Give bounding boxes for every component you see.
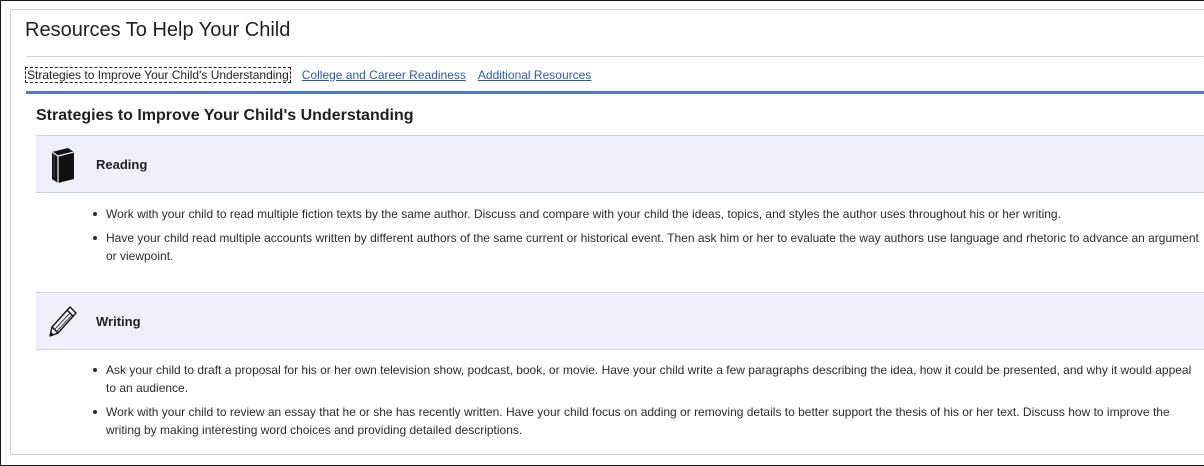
title-divider xyxy=(26,56,1204,57)
tab-college-career[interactable]: College and Career Readiness xyxy=(302,68,466,82)
pencil-icon xyxy=(49,306,77,337)
writing-header: Writing xyxy=(36,292,1204,350)
list-item: Work with your child to review an essay … xyxy=(36,403,1204,439)
book-icon xyxy=(51,148,75,183)
writing-list: Ask your child to draft a proposal for h… xyxy=(36,361,1204,445)
tab-underline-bar xyxy=(26,91,1204,94)
tab-strategies[interactable]: Strategies to Improve Your Child's Under… xyxy=(25,67,291,83)
list-item: Have your child read multiple accounts w… xyxy=(36,229,1204,265)
section-title: Strategies to Improve Your Child's Under… xyxy=(36,107,414,124)
page-title: Resources To Help Your Child xyxy=(25,19,291,41)
tab-additional-resources[interactable]: Additional Resources xyxy=(478,68,591,82)
writing-label: Writing xyxy=(96,314,141,329)
list-item: Work with your child to read multiple fi… xyxy=(36,205,1204,223)
reading-header: Reading xyxy=(36,135,1204,193)
reading-label: Reading xyxy=(96,157,148,172)
reading-list: Work with your child to read multiple fi… xyxy=(36,205,1204,271)
tab-list: Strategies to Improve Your Child's Under… xyxy=(25,65,603,85)
list-item: Ask your child to draft a proposal for h… xyxy=(36,361,1204,397)
